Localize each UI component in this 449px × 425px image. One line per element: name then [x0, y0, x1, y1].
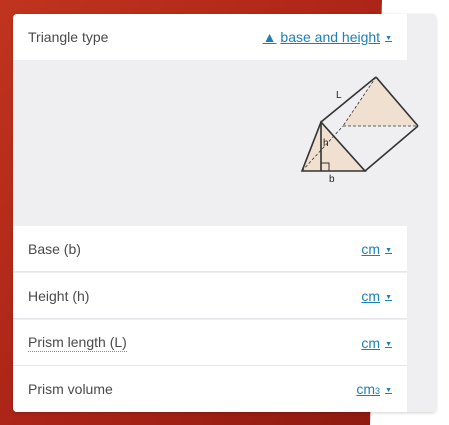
chevron-down-icon: ▼ — [385, 387, 392, 394]
height-label: Height (h) — [28, 287, 90, 304]
label-L: L — [336, 90, 342, 101]
prism-length-unit-select[interactable]: cm ▼ — [361, 335, 392, 351]
height-unit-select[interactable]: cm ▼ — [361, 288, 392, 304]
triangle-type-select[interactable]: ▲ base and height ▼ — [263, 29, 392, 45]
base-label: Base (b) — [28, 240, 81, 257]
triangle-type-label: Triangle type — [28, 29, 109, 45]
prism-volume-unit-select[interactable]: cm 3 ▼ — [356, 381, 392, 397]
prism-volume-row: Prism volume cm 3 ▼ — [13, 366, 407, 412]
chevron-down-icon: ▼ — [385, 35, 392, 42]
chevron-down-icon: ▼ — [385, 246, 392, 254]
height-unit: cm — [361, 287, 381, 304]
triangle-icon: ▲ — [262, 29, 277, 45]
label-b: b — [329, 174, 335, 185]
triangle-type-row: Triangle type ▲ base and height ▼ — [13, 14, 407, 60]
triangle-type-value: base and height — [280, 29, 381, 45]
prism-length-label[interactable]: Prism length (L) — [28, 334, 127, 352]
chevron-down-icon: ▼ — [385, 293, 392, 301]
label-h: h — [323, 138, 329, 149]
prism-length-row: Prism length (L) cm ▼ — [13, 320, 407, 366]
prism-length-unit: cm — [361, 334, 381, 351]
base-unit-select[interactable]: cm ▼ — [361, 241, 392, 257]
base-unit: cm — [361, 240, 381, 257]
height-row: Height (h) cm ▼ — [13, 273, 407, 319]
prism-volume-unit-exponent: 3 — [375, 386, 381, 396]
base-row: Base (b) cm ▼ — [13, 226, 407, 272]
prism-diagram: L h b — [300, 76, 419, 185]
prism-volume-label: Prism volume — [28, 381, 113, 397]
calculator-panel: Triangle type ▲ base and height ▼ L h b … — [13, 14, 436, 412]
prism-volume-unit: cm — [356, 381, 376, 397]
chevron-down-icon: ▼ — [385, 340, 392, 348]
